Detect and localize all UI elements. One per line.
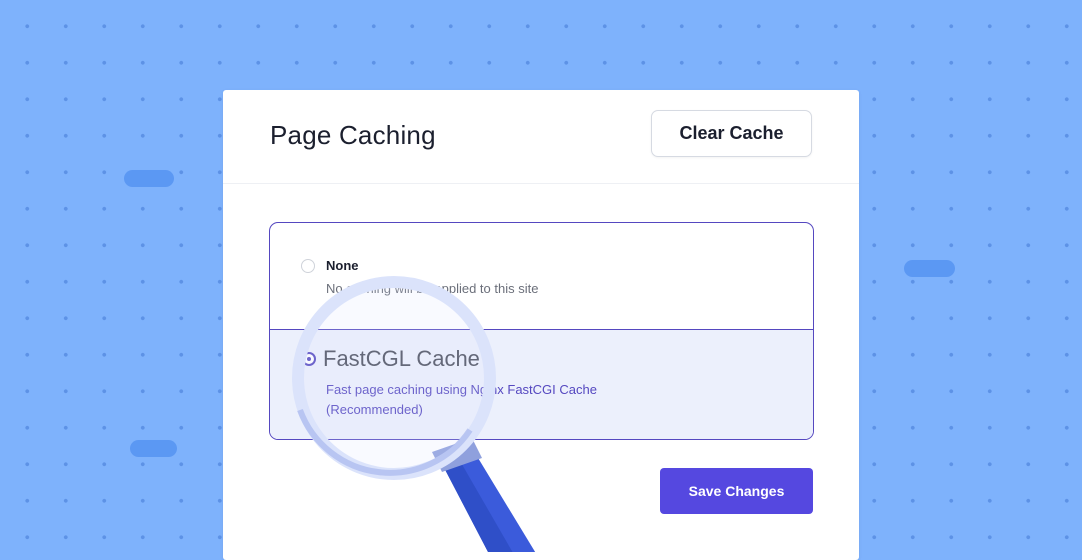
radio-icon[interactable] [302, 352, 316, 366]
option-fastcgi-description-block: Fast page caching using Nginx FastCGI Ca… [326, 380, 597, 420]
option-fastcgi-note: (Recommended) [326, 402, 423, 417]
caching-options: None No caching will be applied to this … [269, 222, 814, 440]
page-caching-panel: Page Caching Clear Cache None No caching… [223, 90, 859, 560]
panel-header: Page Caching Clear Cache [223, 90, 859, 184]
decor-pill [124, 170, 174, 187]
page-title: Page Caching [270, 120, 436, 150]
option-none-label: None [326, 258, 359, 273]
radio-icon[interactable] [301, 259, 315, 273]
decor-pill [130, 440, 177, 457]
option-fastcgi-label: FastCGL Cache [323, 346, 480, 371]
option-none[interactable]: None No caching will be applied to this … [270, 223, 813, 330]
option-fastcgi[interactable]: FastCGL Cache Fast page caching using Ng… [270, 330, 813, 439]
save-changes-button[interactable]: Save Changes [660, 468, 813, 514]
clear-cache-button[interactable]: Clear Cache [651, 110, 812, 157]
option-fastcgi-description: Fast page caching using Nginx FastCGI Ca… [326, 382, 597, 397]
decor-pill [904, 260, 955, 277]
option-none-description: No caching will be applied to this site [326, 281, 539, 296]
